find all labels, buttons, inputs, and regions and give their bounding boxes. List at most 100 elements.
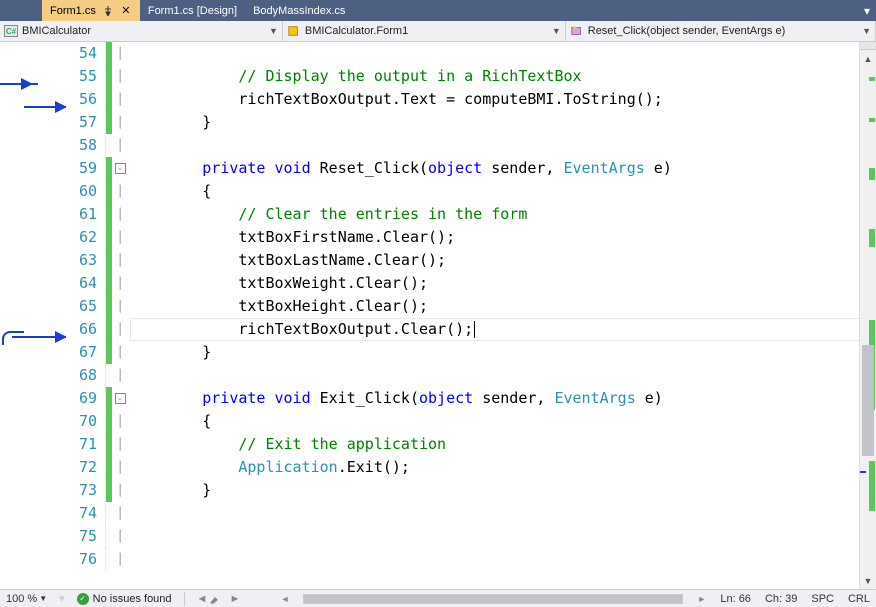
code-line[interactable]: 73 │ } [0, 479, 876, 502]
line-number: 60 [66, 180, 106, 203]
issues-text: No issues found [93, 593, 172, 605]
line-number: 54 [66, 42, 106, 65]
vertical-scrollbar[interactable]: ▲ ▼ [859, 42, 876, 589]
scrollbar-thumb[interactable] [862, 345, 874, 456]
code-line[interactable]: 65 │ txtBoxHeight.Clear(); [0, 295, 876, 318]
line-number: 69 [66, 387, 106, 410]
code-line[interactable]: 72 │ Application.Exit(); [0, 456, 876, 479]
nav-prev-icon[interactable]: ◄ [197, 593, 208, 605]
code-line[interactable]: 54 │ [0, 42, 876, 65]
line-indicator[interactable]: Ln: 66 [720, 593, 751, 605]
code-line[interactable]: 69 - private void Exit_Click(object send… [0, 387, 876, 410]
scroll-up-icon[interactable]: ▲ [860, 50, 876, 67]
member-name: Reset_Click(object sender, EventArgs e) [588, 25, 785, 37]
class-icon [287, 24, 301, 38]
code-line[interactable]: 55 │ // Display the output in a RichText… [0, 65, 876, 88]
chevron-down-icon: ▼ [552, 26, 561, 36]
tab-form1-cs[interactable]: Form1.cs ✕ [42, 0, 140, 21]
line-number: 63 [66, 249, 106, 272]
line-number: 74 [66, 502, 106, 525]
line-number: 76 [66, 548, 106, 571]
method-icon [570, 24, 584, 38]
close-icon[interactable]: ✕ [120, 5, 132, 17]
horizontal-scrollbar[interactable] [303, 594, 683, 604]
line-number: 73 [66, 479, 106, 502]
tab-overflow-dropdown[interactable]: ▾ [864, 0, 876, 21]
tab-label: Form1.cs [Design] [148, 5, 237, 17]
line-number: 68 [66, 364, 106, 387]
class-dropdown[interactable]: BMICalculator.Form1 ▼ [283, 21, 566, 41]
code-line[interactable]: 56 │ richTextBoxOutput.Text = computeBMI… [0, 88, 876, 111]
tab-bar: Form1.cs ✕ Form1.cs [Design] BodyMassInd… [0, 0, 876, 21]
text-caret [474, 321, 475, 338]
comment: // Exit the application [238, 435, 446, 453]
line-number: 75 [66, 525, 106, 548]
lineending-indicator[interactable]: CRL [848, 593, 870, 605]
brush-icon[interactable] [209, 593, 227, 605]
line-number: 65 [66, 295, 106, 318]
fold-toggle[interactable]: - [115, 393, 126, 404]
line-number: 61 [66, 203, 106, 226]
line-number: 72 [66, 456, 106, 479]
code-line[interactable]: 71 │ // Exit the application [0, 433, 876, 456]
error-nav[interactable]: ◄ ► [197, 593, 241, 605]
scroll-left-icon[interactable]: ◄ [281, 594, 290, 604]
code-line[interactable]: 76 │ [0, 548, 876, 571]
nav-next-icon[interactable]: ► [229, 593, 240, 605]
code-line[interactable]: 58 │ [0, 134, 876, 157]
tab-bodymassindex[interactable]: BodyMassIndex.cs [245, 0, 353, 21]
code-line[interactable]: 66 │ richTextBoxOutput.Clear(); [0, 318, 876, 341]
scrollbar-track[interactable] [860, 67, 876, 572]
project-name: BMICalculator [22, 25, 91, 37]
code-line[interactable]: 70 │ { [0, 410, 876, 433]
chevron-down-icon: ▼ [862, 26, 871, 36]
line-number: 59 [66, 157, 106, 180]
scroll-down-icon[interactable]: ▼ [860, 572, 876, 589]
comment: // Clear the entries in the form [238, 205, 527, 223]
zoom-dropdown[interactable]: 100 % ▼ [6, 593, 47, 605]
chevron-down-icon: ▼ [39, 594, 47, 603]
line-number: 64 [66, 272, 106, 295]
code-line[interactable]: 59 - private void Reset_Click(object sen… [0, 157, 876, 180]
comment: // Display the output in a RichTextBox [238, 67, 581, 85]
class-name: BMICalculator.Form1 [305, 25, 408, 37]
fold-toggle[interactable]: - [115, 163, 126, 174]
scroll-right-icon[interactable]: ► [697, 594, 706, 604]
pin-icon[interactable] [102, 5, 114, 17]
code-text: } [202, 113, 211, 131]
code-line[interactable]: 64 │ txtBoxWeight.Clear(); [0, 272, 876, 295]
csharp-project-icon: C# [4, 25, 18, 37]
code-line[interactable]: 67 │ } [0, 341, 876, 364]
line-number: 55 [66, 65, 106, 88]
change-marker [869, 168, 875, 180]
code-line[interactable]: 68 │ [0, 364, 876, 387]
chevron-down-icon: ▼ [269, 26, 278, 36]
code-line[interactable]: 74 │ [0, 502, 876, 525]
space-indicator[interactable]: SPC [811, 593, 834, 605]
change-marker [869, 461, 875, 511]
line-number: 66 [66, 318, 106, 341]
line-number: 70 [66, 410, 106, 433]
change-marker [869, 77, 875, 81]
code-line[interactable]: 57 │ } [0, 111, 876, 134]
line-number: 62 [66, 226, 106, 249]
project-dropdown[interactable]: C# BMICalculator ▼ [0, 21, 283, 41]
code-text: richTextBoxOutput.Text = computeBMI.ToSt… [238, 90, 662, 108]
issues-status[interactable]: ✓ No issues found [77, 593, 172, 605]
line-number: 71 [66, 433, 106, 456]
code-line[interactable]: 60 │ { [0, 180, 876, 203]
ok-icon: ✓ [77, 593, 89, 605]
code-line[interactable]: 63 │ txtBoxLastName.Clear(); [0, 249, 876, 272]
tab-label: Form1.cs [50, 5, 96, 17]
tab-form1-design[interactable]: Form1.cs [Design] [140, 0, 245, 21]
code-editor[interactable]: 54 │ 55 │ // Display the output in a Ric… [0, 42, 876, 589]
code-line[interactable]: 61 │ // Clear the entries in the form [0, 203, 876, 226]
member-dropdown[interactable]: Reset_Click(object sender, EventArgs e) … [566, 21, 876, 41]
change-marker [869, 229, 875, 247]
code-line[interactable]: 75 │ [0, 525, 876, 548]
line-number: 58 [66, 134, 106, 157]
char-indicator[interactable]: Ch: 39 [765, 593, 797, 605]
code-line[interactable]: 62 │ txtBoxFirstName.Clear(); [0, 226, 876, 249]
split-handle[interactable] [860, 42, 876, 50]
tab-label: BodyMassIndex.cs [253, 5, 345, 17]
